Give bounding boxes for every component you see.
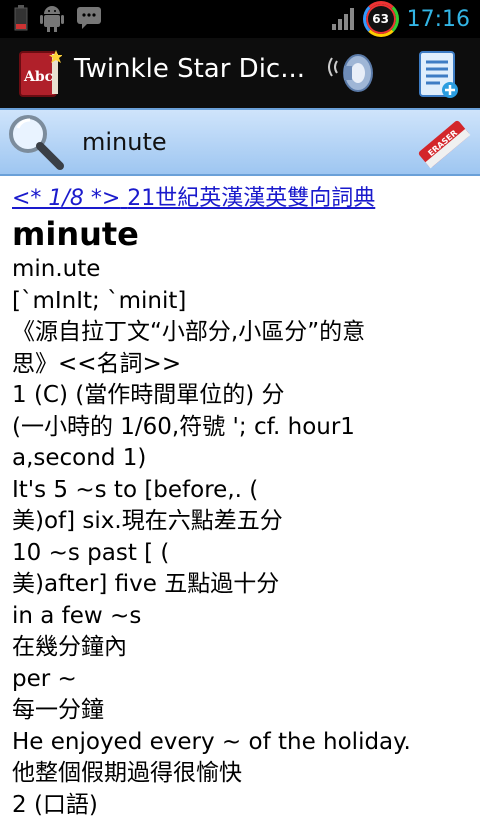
definition-line: in a few ~s — [12, 601, 472, 633]
definition-line: 1 (C) (當作時間單位的) 分 — [12, 380, 472, 412]
definition-line: per ~ — [12, 664, 472, 696]
entry-nav-link[interactable]: <* 1/8 *> 21世紀英漢漢英雙向詞典 — [12, 184, 472, 214]
definition-line: [`mInIt; `minit] — [12, 286, 472, 318]
definition-line: 美)of] six.現在六點差五分 — [12, 506, 472, 538]
app-title: Twinkle Star Dic... — [74, 54, 305, 84]
magnifier-icon[interactable] — [4, 112, 66, 174]
signal-icon — [331, 7, 355, 31]
speaker-icon[interactable] — [328, 52, 380, 94]
notes-add-icon[interactable] — [416, 50, 460, 100]
definition-line: 思》<<名詞>> — [12, 349, 472, 381]
definition-line: 《源自拉丁文“小部分,小區分”的意 — [12, 317, 472, 349]
dictionary-name[interactable]: 21世紀英漢漢英雙向詞典 — [127, 186, 375, 211]
definition-line: He enjoyed every ~ of the holiday. — [12, 727, 472, 759]
action-bar: Abc Twinkle Star Dic... — [0, 38, 480, 108]
svg-text:Abc: Abc — [23, 69, 53, 85]
definition-line: 美)after] five 五點過十分 — [12, 569, 472, 601]
definition-line: It's 5 ~s to [before,. ( — [12, 475, 472, 507]
definition-line: 2 (口語) — [12, 790, 472, 821]
notification-icons — [14, 4, 102, 32]
definition-line: (一小時的 1/60,符號 '; cf. hour1 — [12, 412, 472, 444]
message-icon — [76, 6, 102, 30]
status-right: 63 17:16 — [331, 0, 470, 38]
eraser-icon[interactable]: ERASER — [414, 114, 474, 174]
definition-line: a,second 1) — [12, 443, 472, 475]
definition-line: 在幾分鐘內 — [12, 632, 472, 664]
search-bar: ERASER — [0, 108, 480, 176]
dictionary-entry: <* 1/8 *> 21世紀英漢漢英雙向詞典 minute min.ute[`m… — [12, 184, 472, 821]
search-input[interactable] — [74, 120, 420, 164]
headword: minute — [12, 214, 472, 254]
battery-indicator: 63 — [363, 1, 399, 37]
android-debug-icon — [40, 4, 64, 32]
abc-book-icon[interactable]: Abc — [18, 48, 62, 98]
clock: 17:16 — [407, 7, 470, 32]
definition-line: min.ute — [12, 254, 472, 286]
definition-body: min.ute[`mInIt; `minit]《源自拉丁文“小部分,小區分”的意… — [12, 254, 472, 821]
battery-low-icon — [14, 5, 28, 31]
definition-line: 10 ~s past [ ( — [12, 538, 472, 570]
status-bar: 63 17:16 — [0, 0, 480, 38]
entry-counter[interactable]: <* 1/8 *> — [12, 186, 120, 211]
battery-level: 63 — [372, 12, 389, 26]
definition-line: 每一分鐘 — [12, 695, 472, 727]
definition-line: 他整個假期過得很愉快 — [12, 758, 472, 790]
